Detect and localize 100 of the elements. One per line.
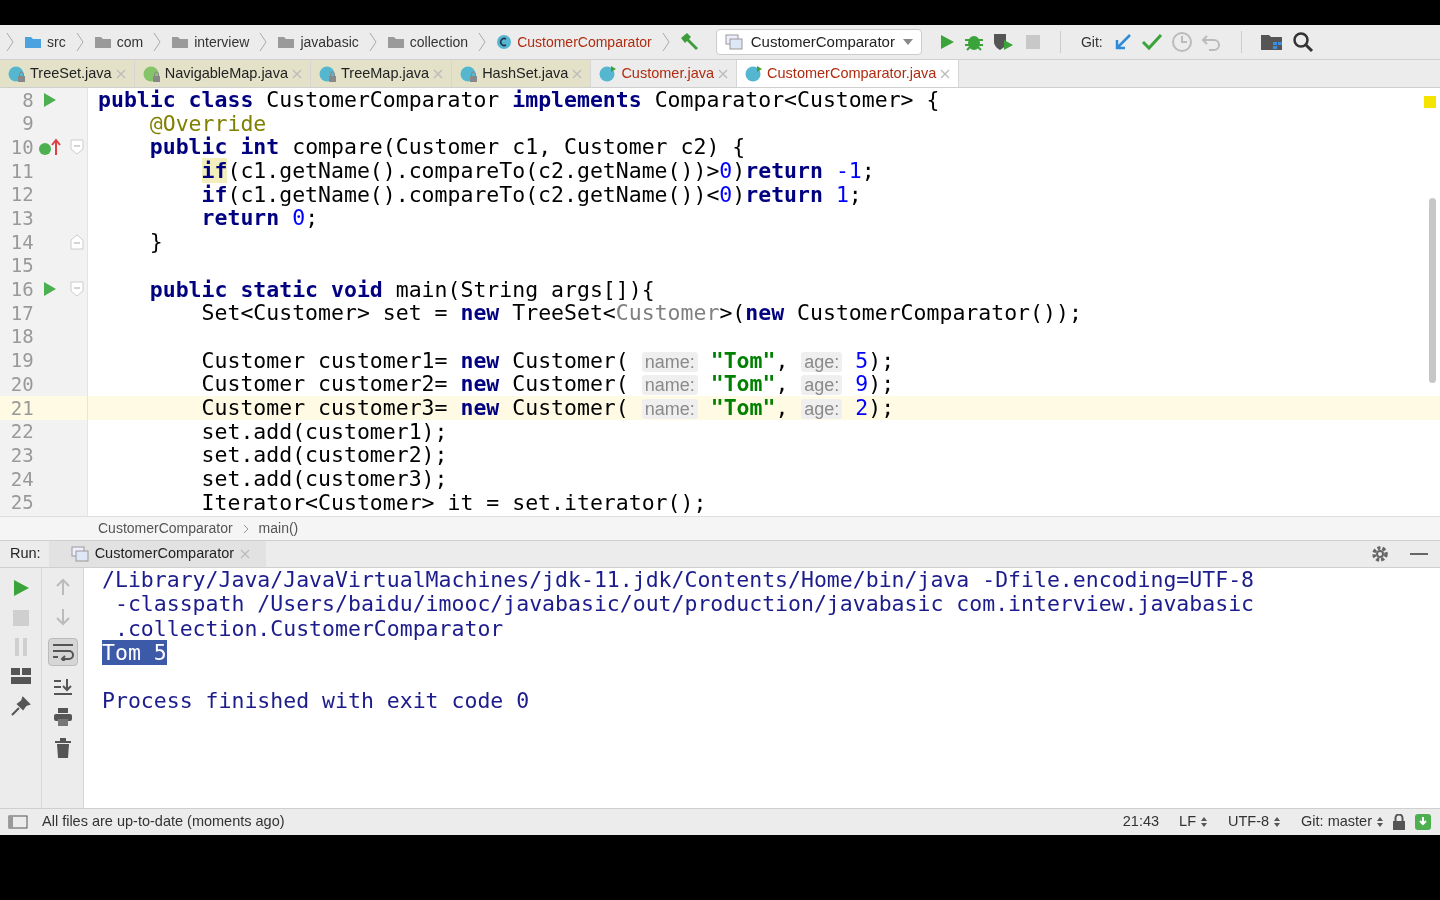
file-tab[interactable]: HashSet.java xyxy=(452,60,592,87)
cursor-position[interactable]: 21:43 xyxy=(1122,811,1160,833)
class-icon xyxy=(599,64,618,83)
close-icon[interactable] xyxy=(115,68,126,79)
line-number: 8 xyxy=(21,88,34,113)
breadcrumb-item[interactable]: CustomerComparator xyxy=(98,518,233,539)
updown-icon xyxy=(1200,816,1208,828)
run-config-dropdown[interactable]: CustomerComparator xyxy=(715,29,922,55)
stop-icon[interactable] xyxy=(1023,33,1042,51)
line-number: 14 xyxy=(9,229,34,255)
implements-icon[interactable] xyxy=(38,138,63,157)
folder-grid-icon[interactable] xyxy=(1259,32,1284,52)
pin-icon[interactable] xyxy=(10,696,31,716)
line-number: 18 xyxy=(9,324,34,350)
fold-icon[interactable] xyxy=(70,281,85,298)
fold-icon[interactable] xyxy=(70,139,85,156)
breadcrumb-item[interactable]: main() xyxy=(258,518,299,539)
code-line: Customer customer2= new Customer( name: "Tom", age: 9); xyxy=(200,372,895,396)
breadcrumb-item[interactable]: interview xyxy=(169,31,252,53)
line-number: 21 xyxy=(9,395,34,421)
line-number: 13 xyxy=(9,206,34,232)
folder-icon xyxy=(277,35,296,49)
close-icon[interactable] xyxy=(940,68,951,79)
code-line: set.add(customer2); xyxy=(200,443,448,467)
breadcrumb-item[interactable]: src xyxy=(22,31,68,53)
line-number: 9 xyxy=(21,111,34,137)
run-icon[interactable] xyxy=(43,91,58,108)
breadcrumb-item[interactable]: javabasic xyxy=(275,31,361,53)
panel-toggle-icon[interactable] xyxy=(8,814,28,830)
class-icon xyxy=(460,64,479,83)
line-separator-selector[interactable]: LF xyxy=(1179,811,1208,833)
down-arrow-icon[interactable] xyxy=(54,608,71,626)
breadcrumb-item[interactable]: collection xyxy=(384,31,471,53)
class-icon xyxy=(745,64,764,83)
interface-icon xyxy=(142,64,161,83)
folder-icon xyxy=(93,35,112,49)
rerun-icon[interactable] xyxy=(11,578,30,598)
line-number: 17 xyxy=(9,300,34,326)
search-icon[interactable] xyxy=(1291,31,1314,53)
run-icon[interactable] xyxy=(43,281,58,298)
caret-icon xyxy=(902,39,913,45)
trash-icon[interactable] xyxy=(54,738,71,758)
close-icon[interactable] xyxy=(572,68,583,79)
line-number: 24 xyxy=(9,466,34,492)
vcs-branch-selector[interactable]: Git: master xyxy=(1301,811,1384,833)
folder-icon xyxy=(386,35,405,49)
settings-icon[interactable] xyxy=(1370,544,1390,564)
code-line: return 0; xyxy=(200,206,319,231)
line-number: 11 xyxy=(9,158,34,184)
git-label: Git: xyxy=(1079,32,1104,52)
lock-icon[interactable] xyxy=(1392,814,1406,830)
print-icon[interactable] xyxy=(52,708,73,726)
code-line: if(c1.getName().compareTo(c2.getName())>0)return -1; xyxy=(200,159,875,183)
code-line: } xyxy=(148,230,163,254)
run-label: Run: xyxy=(9,544,42,564)
check-icon[interactable] xyxy=(1140,32,1163,52)
updown-icon xyxy=(1376,816,1384,828)
notification-icon[interactable] xyxy=(1414,813,1432,831)
clock-icon[interactable] xyxy=(1170,31,1193,53)
close-icon[interactable] xyxy=(292,68,302,79)
line-number: 10 xyxy=(9,134,34,160)
scroll-end-icon[interactable] xyxy=(52,678,73,696)
file-tab[interactable]: NavigableMap.java xyxy=(134,60,311,87)
chevron-icon xyxy=(478,32,487,52)
code-line: Customer customer1= new Customer( name: "Tom", age: 5); xyxy=(200,348,895,373)
layout-icon[interactable] xyxy=(10,668,31,684)
scrollbar[interactable] xyxy=(1429,198,1436,383)
undo-icon[interactable] xyxy=(1200,32,1223,52)
stop-icon[interactable] xyxy=(12,610,29,626)
breadcrumb-item[interactable]: com xyxy=(91,31,146,53)
fold-icon[interactable] xyxy=(70,233,85,250)
line-number: 19 xyxy=(9,348,34,374)
console-line: -classpath /Users/baidu/imooc/javabasic/out/production/javabasic com.interview.javabasic xyxy=(113,591,1255,617)
status-marker xyxy=(1424,96,1436,108)
minimize-icon[interactable] xyxy=(1410,552,1428,556)
file-tab[interactable]: CustomerComparator.java xyxy=(737,60,960,87)
class-icon xyxy=(496,34,513,50)
close-icon[interactable] xyxy=(433,68,444,79)
folder-icon xyxy=(24,35,42,49)
soft-wrap-button[interactable] xyxy=(47,638,78,666)
code-line: if(c1.getName().compareTo(c2.getName())<0)return 1; xyxy=(200,182,862,207)
chevron-icon xyxy=(259,32,268,52)
chevron-icon xyxy=(242,523,249,534)
file-tab[interactable]: TreeMap.java xyxy=(311,60,453,87)
run-tab[interactable]: CustomerComparator xyxy=(48,541,267,567)
file-tab[interactable]: TreeSet.java xyxy=(0,60,135,87)
close-icon[interactable] xyxy=(718,68,729,79)
close-icon[interactable] xyxy=(240,549,251,559)
up-arrow-icon[interactable] xyxy=(54,578,71,596)
code-line: set.add(customer3); xyxy=(200,467,448,491)
line-number: 15 xyxy=(9,253,34,279)
line-number: 20 xyxy=(9,371,34,397)
breadcrumb-item[interactable]: CustomerComparator xyxy=(494,31,654,53)
line-number: 12 xyxy=(9,182,34,208)
code-line: public class CustomerComparator implements Comparator<Customer> { xyxy=(97,88,940,112)
code-line: set.add(customer1); xyxy=(200,419,448,444)
chevron-icon xyxy=(368,32,377,52)
pause-icon[interactable] xyxy=(12,638,29,656)
line-number: 16 xyxy=(9,277,34,303)
encoding-selector[interactable]: UTF-8 xyxy=(1228,811,1282,833)
